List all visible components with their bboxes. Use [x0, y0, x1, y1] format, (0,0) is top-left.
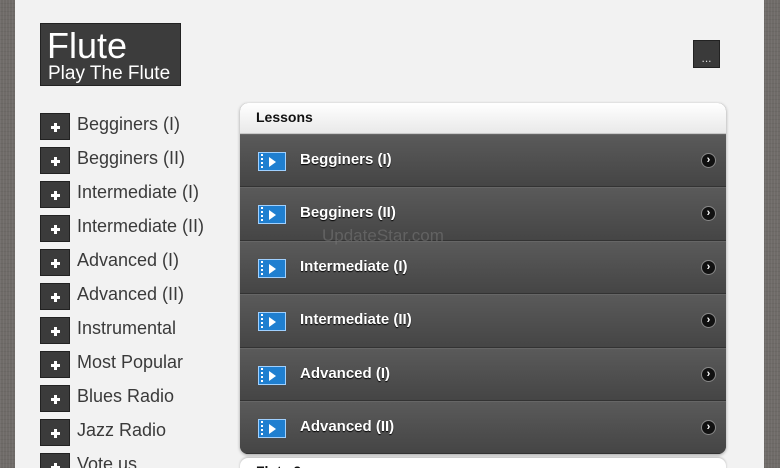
- plus-icon: [40, 113, 70, 140]
- lessons-header: Lessons: [240, 103, 726, 134]
- sidebar-item-label: Jazz Radio: [77, 420, 167, 440]
- sidebar: Begginers (I) Begginers (II) Intermediat…: [40, 107, 230, 468]
- sidebar-item-label: Advanced (II): [77, 284, 185, 304]
- menu-button[interactable]: ...: [693, 40, 720, 68]
- lesson-row-intermediate-1[interactable]: Intermediate (I) ›: [240, 240, 726, 295]
- sidebar-item-blues-radio[interactable]: Blues Radio: [40, 379, 230, 413]
- lesson-row-begginers-2[interactable]: Begginers (II) ›: [240, 187, 726, 241]
- chevron-right-icon: ›: [701, 206, 716, 222]
- video-icon: [258, 205, 286, 225]
- chevron-right-icon: ›: [701, 153, 716, 168]
- sidebar-item-label: Intermediate (II): [77, 216, 205, 236]
- sidebar-item-intermediate-1[interactable]: Intermediate (I): [40, 175, 230, 209]
- lesson-label: Begginers (I): [300, 151, 392, 168]
- sidebar-item-label: Begginers (I): [77, 114, 181, 134]
- sidebar-item-begginers-2[interactable]: Begginers (II): [40, 141, 230, 175]
- plus-icon: [40, 453, 70, 468]
- lesson-label: Intermediate (II): [300, 311, 412, 329]
- app-logo: Flute Play The Flute: [40, 23, 181, 86]
- plus-icon: [40, 351, 70, 378]
- sidebar-item-label: Begginers (II): [77, 148, 186, 168]
- lesson-row-intermediate-2[interactable]: Intermediate (II) ›: [240, 294, 726, 348]
- chevron-right-icon: ›: [701, 313, 716, 329]
- chevron-right-icon: ›: [701, 366, 716, 382]
- logo-subtitle: Play The Flute: [48, 63, 171, 84]
- chevron-right-icon: ›: [701, 419, 716, 435]
- plus-icon: [40, 419, 70, 446]
- sidebar-item-intermediate-2[interactable]: Intermediate (II): [40, 209, 230, 243]
- chevron-right-icon: ›: [701, 259, 716, 275]
- sidebar-item-begginers-1[interactable]: Begginers (I): [40, 107, 230, 141]
- lesson-label: Intermediate (I): [300, 257, 408, 275]
- sidebar-item-advanced-1[interactable]: Advanced (I): [40, 243, 230, 277]
- sidebar-item-label: Intermediate (I): [77, 182, 200, 202]
- lessons-list: Lessons Begginers (I) › Begginers (II) ›…: [240, 103, 726, 454]
- lesson-label: Advanced (II): [300, 417, 395, 435]
- plus-icon: [40, 181, 70, 208]
- plus-icon: [40, 147, 70, 174]
- app-panel: Flute Play The Flute ... Begginers (I) B…: [15, 0, 764, 468]
- sidebar-item-label: Vote us: [77, 454, 138, 468]
- video-icon: [258, 418, 286, 438]
- sidebar-item-label: Advanced (I): [77, 250, 180, 270]
- sidebar-item-label: Most Popular: [77, 352, 184, 372]
- sidebar-item-instrumental[interactable]: Instrumental: [40, 311, 230, 345]
- video-icon: [258, 365, 286, 385]
- logo-title: Flute: [47, 25, 128, 66]
- video-icon: [258, 152, 286, 171]
- plus-icon: [40, 385, 70, 412]
- sidebar-item-label: Instrumental: [77, 318, 177, 338]
- lesson-label: Advanced (I): [300, 364, 391, 382]
- plus-icon: [40, 215, 70, 242]
- video-icon: [258, 258, 286, 278]
- lesson-row-begginers-1[interactable]: Begginers (I) ›: [240, 134, 726, 188]
- plus-icon: [40, 317, 70, 344]
- sidebar-item-most-popular[interactable]: Most Popular: [40, 345, 230, 379]
- sidebar-item-jazz-radio[interactable]: Jazz Radio: [40, 413, 230, 447]
- plus-icon: [40, 283, 70, 310]
- video-icon: [258, 312, 286, 332]
- lesson-row-advanced-2[interactable]: Advanced (II) ›: [240, 400, 726, 454]
- plus-icon: [40, 249, 70, 276]
- sidebar-item-advanced-2[interactable]: Advanced (II): [40, 277, 230, 311]
- sidebar-item-label: Blues Radio: [77, 386, 175, 406]
- lesson-label: Begginers (II): [300, 204, 396, 222]
- sidebar-item-vote-us[interactable]: Vote us: [40, 447, 230, 468]
- next-section-header: Flute 2: [240, 458, 726, 468]
- lesson-row-advanced-1[interactable]: Advanced (I) ›: [240, 347, 726, 401]
